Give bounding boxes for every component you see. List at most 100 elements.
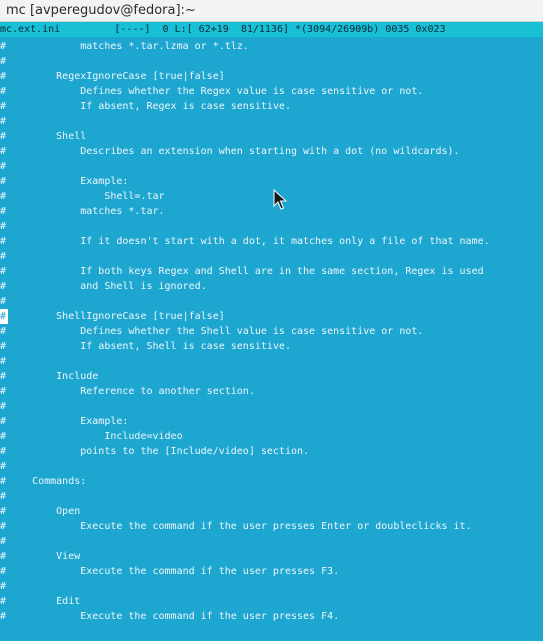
editor-line[interactable]: # and Shell is ignored. xyxy=(0,279,543,294)
comment-marker: # xyxy=(0,206,7,217)
line-text: matches *.tar.lzma or *.tlz. xyxy=(8,41,249,52)
line-text: matches *.tar. xyxy=(8,206,165,217)
editor-line[interactable]: # Defines whether the Shell value is cas… xyxy=(0,324,543,339)
comment-marker: # xyxy=(0,506,7,517)
comment-marker: # xyxy=(0,191,7,202)
editor-line[interactable]: # points to the [Include/video] section. xyxy=(0,444,543,459)
comment-marker: # xyxy=(0,41,7,52)
editor-line[interactable]: # xyxy=(0,399,543,414)
line-text: Example: xyxy=(8,416,129,427)
editor-line[interactable]: # Execute the command if the user presse… xyxy=(0,564,543,579)
comment-marker: # xyxy=(0,476,7,487)
comment-marker: # xyxy=(0,101,7,112)
editor-line[interactable]: # Shell=.tar xyxy=(0,189,543,204)
editor-line[interactable]: # xyxy=(0,534,543,549)
comment-marker: # xyxy=(0,491,7,502)
line-text: Execute the command if the user presses … xyxy=(8,521,472,532)
line-text: View xyxy=(8,551,81,562)
line-text: Shell=.tar xyxy=(8,191,165,202)
comment-marker: # xyxy=(0,386,7,397)
editor-line[interactable]: # Example: xyxy=(0,174,543,189)
line-text: Execute the command if the user presses … xyxy=(8,566,340,577)
line-text: If absent, Regex is case sensitive. xyxy=(8,101,291,112)
comment-marker: # xyxy=(0,266,7,277)
line-text: Reference to another section. xyxy=(8,386,255,397)
comment-marker: # xyxy=(0,416,7,427)
comment-marker: # xyxy=(0,296,7,307)
editor-line[interactable]: # Shell xyxy=(0,129,543,144)
line-text: Include=video xyxy=(8,431,183,442)
editor-line[interactable]: # Describes an extension when starting w… xyxy=(0,144,543,159)
comment-marker: # xyxy=(0,176,7,187)
editor-line[interactable]: # ShellIgnoreCase [true|false] xyxy=(0,309,543,324)
comment-marker: # xyxy=(0,356,7,367)
terminal-window[interactable]: mc [avperegudov@fedora]:~ mc.ext.ini [--… xyxy=(0,0,543,641)
comment-marker: # xyxy=(0,131,7,142)
comment-marker: # xyxy=(0,221,7,232)
line-text: Commands: xyxy=(8,476,87,487)
editor-line[interactable]: # If both keys Regex and Shell are in th… xyxy=(0,264,543,279)
editor-content[interactable]: # matches *.tar.lzma or *.tlz. # # RegexIg… xyxy=(0,37,543,641)
comment-marker: # xyxy=(0,566,7,577)
editor-line[interactable]: # matches *.tar. xyxy=(0,204,543,219)
comment-marker: # xyxy=(0,431,7,442)
editor-line[interactable]: # xyxy=(0,114,543,129)
line-text: Edit xyxy=(8,596,81,607)
line-text: Describes an extension when starting wit… xyxy=(8,146,460,157)
editor-line[interactable]: # xyxy=(0,579,543,594)
editor-line[interactable]: # xyxy=(0,249,543,264)
editor-line[interactable]: # Commands: xyxy=(0,474,543,489)
comment-marker: # xyxy=(0,116,7,127)
line-text: points to the [Include/video] section. xyxy=(8,446,310,457)
editor-line[interactable]: # Execute the command if the user presse… xyxy=(0,519,543,534)
comment-marker: # xyxy=(0,341,7,352)
comment-marker: # xyxy=(0,461,7,472)
comment-marker: # xyxy=(0,551,7,562)
line-text: and Shell is ignored. xyxy=(8,281,207,292)
comment-marker: # xyxy=(0,401,7,412)
line-text: Defines whether the Shell value is case … xyxy=(8,326,424,337)
editor-line[interactable]: # If absent, Shell is case sensitive. xyxy=(0,339,543,354)
editor-line[interactable]: # Reference to another section. xyxy=(0,384,543,399)
editor-status-bar: mc.ext.ini [----] 0 L:[ 62+19 81/1136] *… xyxy=(0,22,543,37)
line-text: RegexIgnoreCase [true|false] xyxy=(8,71,225,82)
editor-line[interactable]: # If absent, Regex is case sensitive. xyxy=(0,99,543,114)
line-text: If absent, Shell is case sensitive. xyxy=(8,341,291,352)
editor-line[interactable]: # xyxy=(0,489,543,504)
comment-marker: # xyxy=(0,86,7,97)
editor-line[interactable]: # Defines whether the Regex value is cas… xyxy=(0,84,543,99)
comment-marker: # xyxy=(0,521,7,532)
line-text: Include xyxy=(8,371,99,382)
comment-marker: # xyxy=(0,446,7,457)
editor-line[interactable]: # xyxy=(0,459,543,474)
editor-line[interactable]: # xyxy=(0,54,543,69)
editor-line[interactable]: # matches *.tar.lzma or *.tlz. xyxy=(0,39,543,54)
comment-marker: # xyxy=(0,611,7,622)
comment-marker: # xyxy=(0,251,7,262)
editor-line[interactable]: # xyxy=(0,219,543,234)
editor-line[interactable]: # xyxy=(0,159,543,174)
comment-marker: # xyxy=(0,236,7,247)
comment-marker: # xyxy=(0,581,7,592)
window-title: mc [avperegudov@fedora]:~ xyxy=(0,0,543,22)
editor-line[interactable]: # Open xyxy=(0,504,543,519)
editor-line[interactable]: # xyxy=(0,294,543,309)
editor-line[interactable]: # If it doesn't start with a dot, it mat… xyxy=(0,234,543,249)
comment-marker: # xyxy=(0,281,7,292)
editor-line[interactable]: # Example: xyxy=(0,414,543,429)
editor-line[interactable]: # RegexIgnoreCase [true|false] xyxy=(0,69,543,84)
editor-line[interactable]: # Include xyxy=(0,369,543,384)
line-text: Shell xyxy=(8,131,87,142)
editor-line[interactable]: # View xyxy=(0,549,543,564)
line-text: If it doesn't start with a dot, it match… xyxy=(8,236,490,247)
line-text: Open xyxy=(8,506,81,517)
editor-line[interactable]: # Edit xyxy=(0,594,543,609)
comment-marker: # xyxy=(0,536,7,547)
line-text: If both keys Regex and Shell are in the … xyxy=(8,266,484,277)
editor-line[interactable]: # Include=video xyxy=(0,429,543,444)
comment-marker: # xyxy=(0,56,7,67)
comment-marker: # xyxy=(0,596,7,607)
text-cursor: # xyxy=(0,309,8,324)
editor-line[interactable]: # xyxy=(0,354,543,369)
editor-line[interactable]: # Execute the command if the user presse… xyxy=(0,609,543,624)
